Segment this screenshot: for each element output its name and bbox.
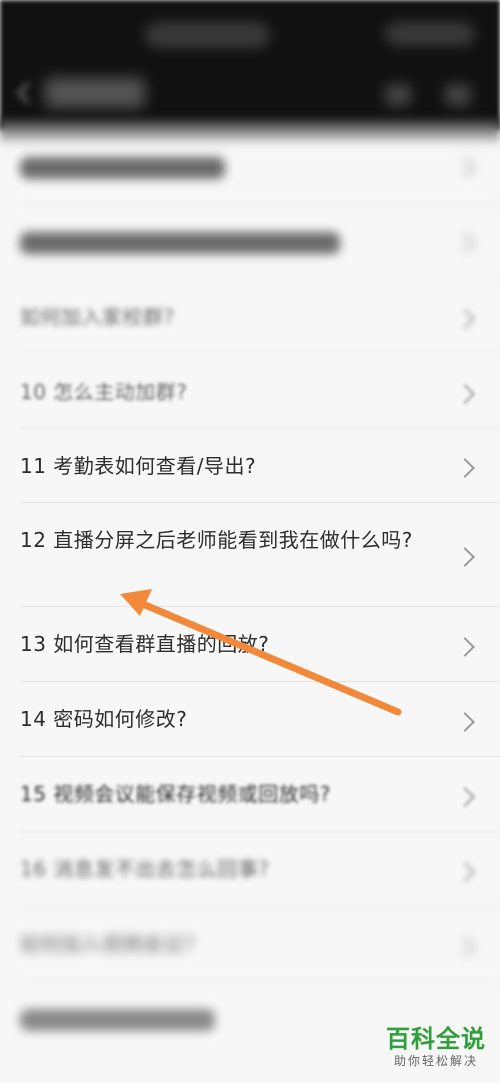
faq-item[interactable]: 15 视频会议能保存视频或回放吗? [20,757,500,832]
faq-item-label: 10 怎么主动加群? [20,380,188,404]
more-menu-icon[interactable] [445,84,471,106]
faq-item[interactable]: 10 怎么主动加群? [20,354,500,429]
chevron-right-icon [455,637,475,657]
faq-item[interactable]: 14 密码如何修改? [20,682,500,757]
faq-item-label: 13 如何查看群直播的回放? [20,632,270,656]
chevron-right-icon [455,157,475,177]
chevron-right-icon [455,309,475,329]
header-title-blur [45,78,145,108]
faq-item[interactable]: 如何加入视频会议? [20,907,500,982]
chevron-right-icon [455,787,475,807]
faq-item[interactable]: 13 如何查看群直播的回放? [20,607,500,682]
watermark-subtitle: 助你轻松解决 [393,1054,478,1068]
chevron-right-icon [455,937,475,957]
faq-item[interactable]: 12 直播分屏之后老师能看到我在做什么吗? [20,503,500,607]
faq-item-blurred-2[interactable] [20,205,500,281]
faq-item[interactable]: 16 消息发不出去怎么回事? [20,832,500,907]
header-action-icon[interactable] [385,84,411,106]
status-bar-center-blur [145,22,270,48]
faq-item[interactable]: 如何加入家校群? [20,281,500,354]
chevron-right-icon [455,862,475,882]
faq-item[interactable]: 11 考勤表如何查看/导出? [20,429,500,503]
watermark-logo: 百科全说 助你轻松解决 [386,1025,486,1069]
faq-item-label: 如何加入家校群? [20,305,175,329]
chevron-right-icon [455,547,475,567]
chevron-right-icon [455,712,475,732]
faq-item-label: 12 直播分屏之后老师能看到我在做什么吗? [20,528,413,552]
app-header [0,0,500,130]
blurred-text [20,232,340,254]
faq-item-label: 14 密码如何修改? [20,707,188,731]
chevron-right-icon [455,233,475,253]
chevron-right-icon [455,458,475,478]
status-bar-right-blur [385,22,475,46]
faq-item-label: 16 消息发不出去怎么回事? [20,857,270,881]
back-arrow-icon[interactable] [14,78,36,108]
chevron-right-icon [455,384,475,404]
blurred-text [20,1009,215,1031]
faq-item-label: 如何加入视频会议? [20,932,196,956]
faq-item-blurred-1[interactable] [20,130,500,205]
faq-item-label: 11 考勤表如何查看/导出? [20,454,257,478]
blurred-text [20,157,225,179]
faq-item-label: 15 视频会议能保存视频或回放吗? [20,782,331,806]
watermark-title: 百科全说 [386,1025,486,1053]
